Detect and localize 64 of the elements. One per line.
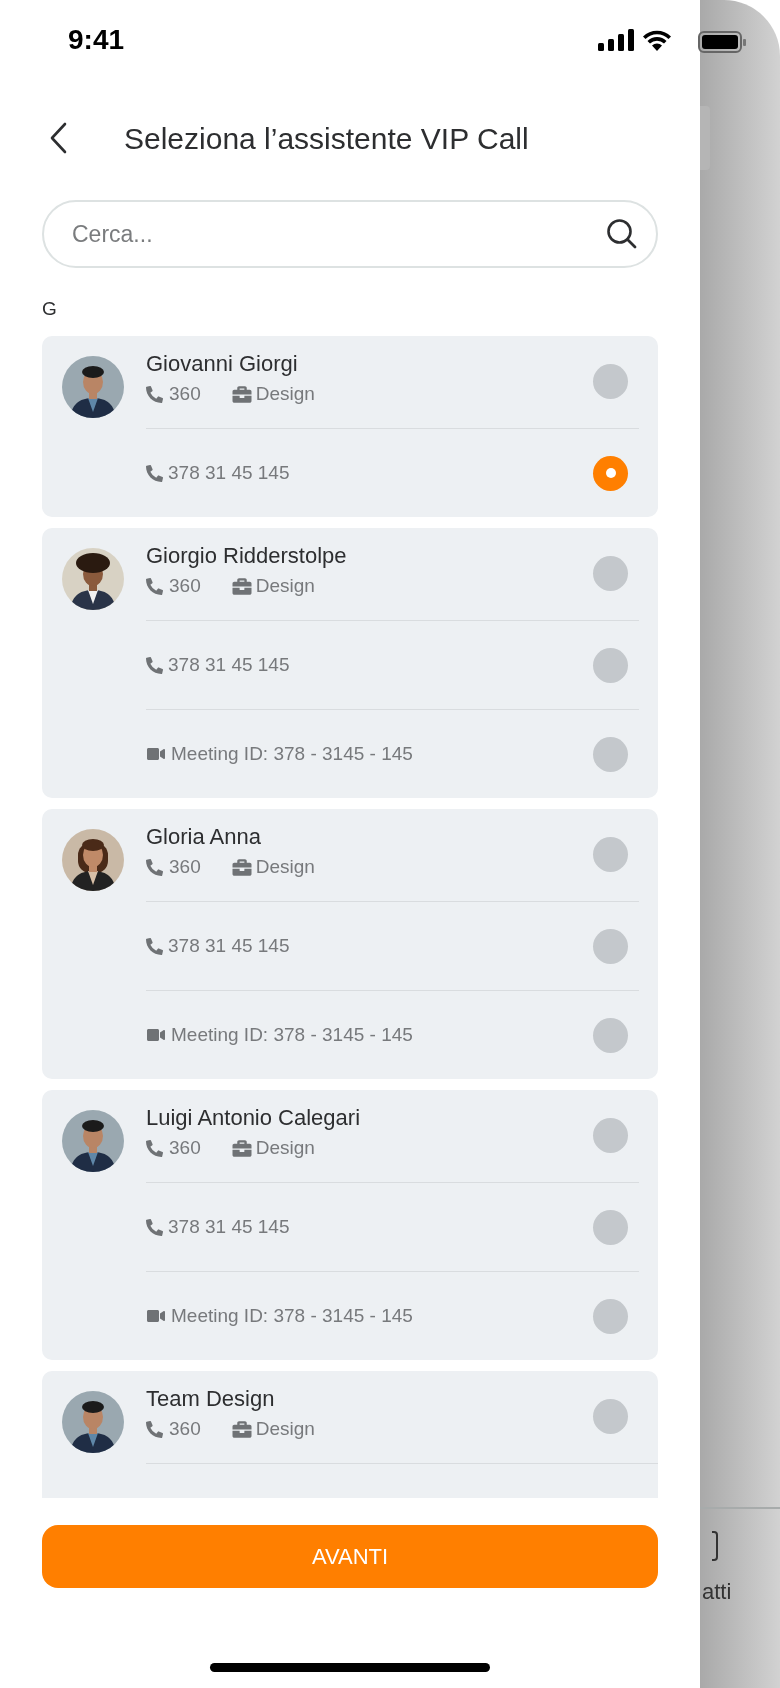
status-time: 9:41 [68,23,125,57]
search-icon[interactable] [606,218,638,250]
option-text: Meeting ID: 378 - 3145 - 145 [171,1303,413,1328]
tab-label: atti [702,1578,733,1606]
video-camera-icon [146,1027,166,1043]
contact-name: Giovanni Giorgi [146,350,299,378]
wifi-icon [642,29,672,51]
option-text: 378 31 45 145 [168,1214,290,1239]
card-edge [700,106,710,170]
search-field[interactable]: Cerca... [42,200,658,268]
phone-icon [146,1218,163,1236]
extension-text: 360 [169,1417,201,1441]
tab-icon [712,1531,718,1561]
briefcase-icon [230,384,253,404]
department-text: Design [255,1136,315,1160]
battery-icon [697,30,747,54]
briefcase-icon [230,1138,253,1158]
radio-button[interactable] [593,647,628,683]
radio-button[interactable] [593,1209,628,1245]
radio-button[interactable] [593,455,628,491]
radio-button[interactable] [593,1399,628,1434]
section-letter: G [42,298,58,320]
option-text: 378 31 45 145 [168,933,290,958]
option-text: Meeting ID: 378 - 3145 - 145 [171,741,413,766]
extension-text: 360 [169,855,201,879]
department-text: Design [255,382,315,406]
phone-icon [146,937,163,955]
contact-name: Gloria Anna [146,823,262,851]
briefcase-icon [230,857,253,877]
next-button[interactable]: AVANTI [42,1525,658,1588]
extension-text: 360 [169,382,201,406]
video-camera-icon [146,1308,166,1324]
extension-text: 360 [169,1136,201,1160]
department-text: Design [255,855,315,879]
radio-button[interactable] [593,928,628,964]
radio-button[interactable] [593,364,628,399]
phone-icon [146,858,163,876]
phone-icon [146,1139,163,1157]
radio-button[interactable] [593,736,628,772]
phone-icon [146,385,163,403]
briefcase-icon [230,576,253,596]
radio-button[interactable] [593,1118,628,1153]
department-text: Design [255,574,315,598]
department-text: Design [255,1417,315,1441]
contact-name: Giorgio Ridderstolpe [146,542,348,570]
radio-button[interactable] [593,1298,628,1334]
radio-button[interactable] [593,1017,628,1053]
extension-text: 360 [169,574,201,598]
video-camera-icon [146,746,166,762]
back-icon[interactable] [50,122,68,154]
option-text: Meeting ID: 378 - 3145 - 145 [171,1022,413,1047]
screen-title: Seleziona l’assistente VIP Call [124,120,529,157]
briefcase-icon [230,1419,253,1439]
phone-icon [146,577,163,595]
contact-name: Luigi Antonio Calegari [146,1104,362,1132]
contact-name: Team Design [146,1385,276,1413]
radio-button[interactable] [593,556,628,591]
radio-button[interactable] [593,837,628,872]
phone-icon [146,656,163,674]
option-text: 378 31 45 145 [168,460,290,485]
phone-icon [146,1420,163,1438]
phone-icon [146,464,163,482]
option-text: 378 31 45 145 [168,652,290,677]
signal-icon [598,29,634,51]
